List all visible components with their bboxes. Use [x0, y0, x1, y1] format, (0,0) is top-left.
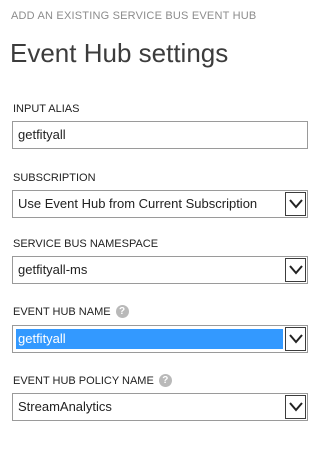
event-hub-name-label-text: EVENT HUB NAME [13, 305, 111, 318]
event-hub-name-value: getfityall [16, 329, 283, 349]
subscription-label: SUBSCRIPTION [13, 172, 96, 184]
policy-name-label-text: EVENT HUB POLICY NAME [13, 374, 154, 387]
namespace-select[interactable]: getfityall-ms [12, 256, 308, 284]
policy-name-select[interactable]: StreamAnalytics [12, 393, 308, 421]
subscription-select[interactable]: Use Event Hub from Current Subscription [12, 190, 308, 218]
input-alias-label-text: INPUT ALIAS [13, 103, 80, 115]
policy-name-value: StreamAnalytics [18, 399, 112, 414]
subscription-value: Use Event Hub from Current Subscription [18, 196, 258, 211]
question-icon[interactable]: ? [158, 374, 172, 387]
subscription-label-text: SUBSCRIPTION [13, 172, 96, 184]
event-hub-name-label: EVENT HUB NAME ? [13, 305, 129, 318]
question-icon[interactable]: ? [115, 305, 129, 318]
namespace-label-text: SERVICE BUS NAMESPACE [13, 238, 159, 250]
dialog-subtitle: ADD AN EXISTING SERVICE BUS EVENT HUB [11, 10, 257, 22]
input-alias-field[interactable]: getfityall [12, 121, 308, 149]
policy-name-label: EVENT HUB POLICY NAME ? [13, 374, 172, 387]
namespace-label: SERVICE BUS NAMESPACE [13, 238, 158, 250]
namespace-value: getfityall-ms [18, 262, 88, 277]
chevron-down-icon[interactable] [285, 327, 306, 351]
input-alias-value: getfityall [18, 127, 66, 142]
chevron-down-icon[interactable] [285, 395, 306, 419]
input-alias-label: INPUT ALIAS [13, 103, 79, 115]
chevron-down-icon[interactable] [285, 258, 306, 282]
page-title: Event Hub settings [10, 38, 229, 68]
event-hub-name-select[interactable]: getfityall [12, 325, 308, 353]
chevron-down-icon[interactable] [285, 192, 306, 216]
